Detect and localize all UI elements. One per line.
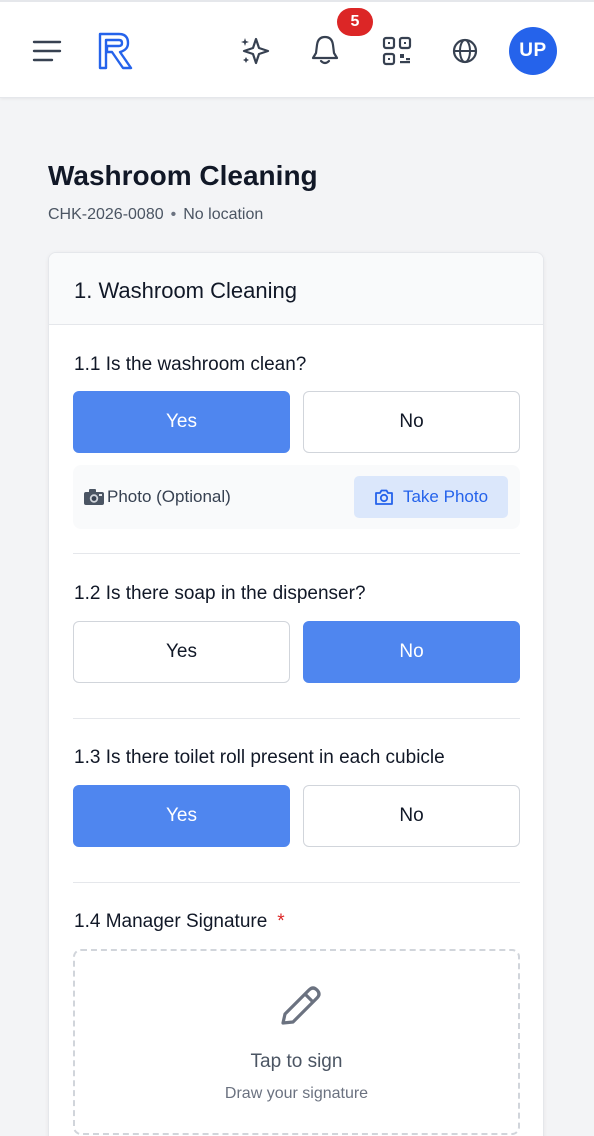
page-title: Washroom Cleaning [48,160,318,191]
question-2-label: 1.2 Is there soap in the dispenser? [74,583,366,604]
question-divider [73,718,520,719]
notification-badge: 5 [337,8,373,36]
photo-attachment-row: Photo (Optional) Take Photo [73,465,520,529]
signature-label: 1.4 Manager Signature [74,911,268,932]
camera-emoji-icon [83,488,105,506]
camera-icon [374,488,394,506]
question-3-label: 1.3 Is there toilet roll present in each… [74,747,445,768]
section-title: 1. Washroom Cleaning [74,278,297,303]
question-2-no-button[interactable]: No [303,621,520,683]
section-header: 1. Washroom Cleaning [49,253,543,325]
top-app-bar: 5 UP [0,0,594,98]
question-3-no-button[interactable]: No [303,785,520,847]
signature-hint: Draw your signature [224,1085,369,1102]
checklist-meta: CHK-2026-0080 • No location [48,206,263,224]
question-2-yes-button[interactable]: Yes [73,621,290,683]
meta-separator: • [170,206,177,223]
question-1-no-button[interactable]: No [303,391,520,453]
section-card: 1. Washroom Cleaning 1.1 Is the washroom… [48,252,544,1136]
menu-icon[interactable] [30,36,64,66]
question-3-yes-button[interactable]: Yes [73,785,290,847]
signature-pad[interactable]: Tap to sign Draw your signature [73,949,520,1135]
checklist-location: No location [183,206,264,223]
user-avatar[interactable]: UP [509,27,557,75]
question-1-yes-button[interactable]: Yes [73,391,290,453]
pencil-icon [271,979,327,1035]
question-1-label: 1.1 Is the washroom clean? [74,354,307,375]
sparkle-icon[interactable] [237,33,273,69]
signature-title: Tap to sign [250,1051,343,1072]
checklist-code: CHK-2026-0080 [48,206,164,223]
photo-label-text: Photo (Optional) [107,487,231,506]
globe-icon[interactable] [448,33,482,69]
qr-code-icon[interactable] [379,33,415,69]
question-divider [73,553,520,554]
photo-label: Photo (Optional) [83,487,231,507]
required-asterisk: * [277,911,285,932]
question-divider [73,882,520,883]
bell-icon[interactable] [307,32,343,68]
question-4-label: 1.4 Manager Signature * [74,911,285,933]
app-logo-icon[interactable] [95,30,135,72]
take-photo-label: Take Photo [402,487,489,506]
take-photo-button[interactable]: Take Photo [354,476,508,518]
